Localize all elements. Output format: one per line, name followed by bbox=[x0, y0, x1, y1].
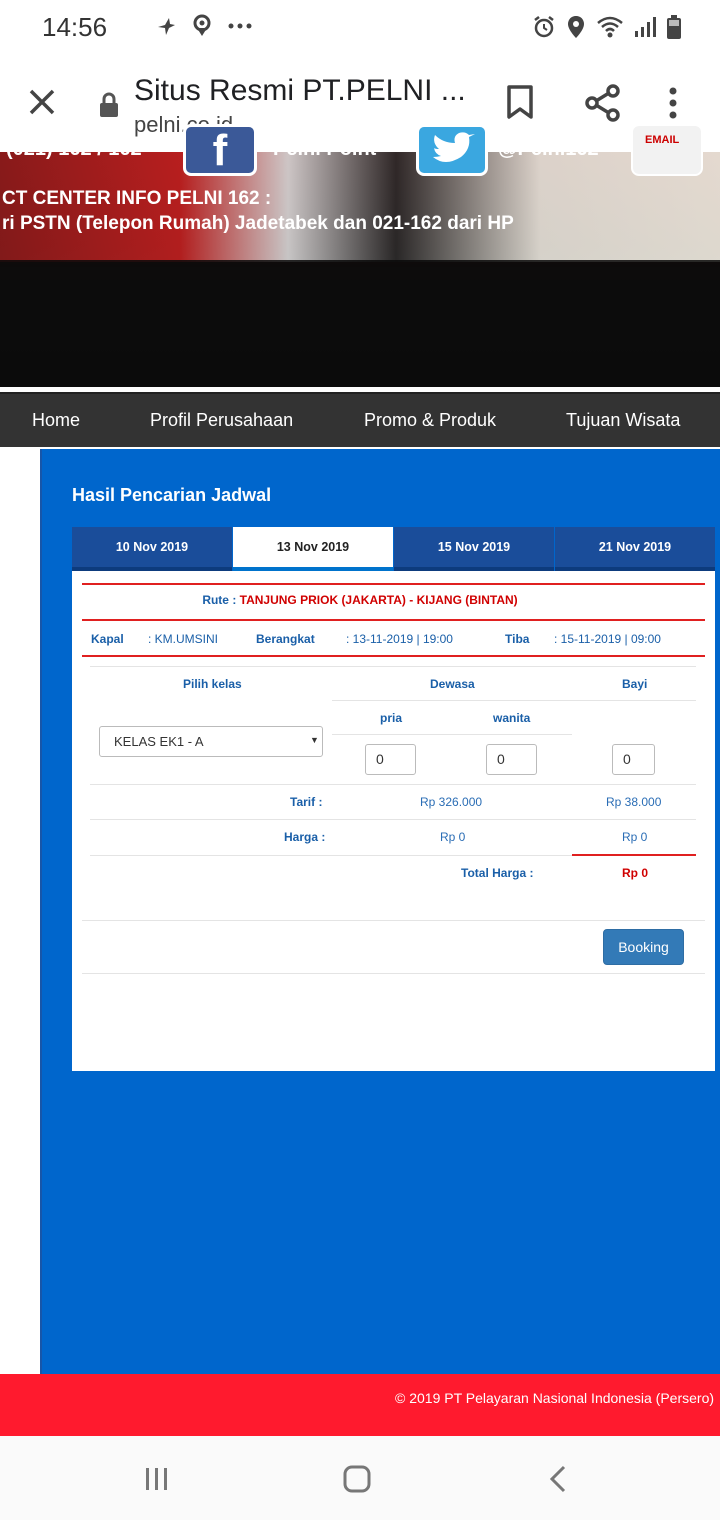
route-row: Rute : TANJUNG PRIOK (JAKARTA) - KIJANG … bbox=[0, 593, 720, 607]
route-separator: - bbox=[409, 593, 414, 607]
divider bbox=[82, 583, 705, 585]
divider bbox=[82, 655, 705, 657]
twitter-bird-icon bbox=[433, 132, 475, 162]
tarif-dewasa: Rp 326.000 bbox=[420, 795, 483, 809]
tab-13-nov[interactable]: 13 Nov 2019 bbox=[233, 527, 393, 571]
close-icon[interactable] bbox=[26, 86, 58, 118]
kapal-value: : KM.UMSINI bbox=[148, 632, 219, 646]
more-vert-icon[interactable] bbox=[668, 86, 678, 120]
tab-21-nov[interactable]: 21 Nov 2019 bbox=[555, 527, 715, 571]
alarm-icon bbox=[534, 16, 554, 38]
banner-pelni-point: Pelni Point bbox=[273, 138, 377, 160]
total-underline bbox=[572, 854, 696, 856]
date-tabs: 10 Nov 2019 13 Nov 2019 15 Nov 2019 21 N… bbox=[72, 527, 715, 571]
tiba-label: Tiba bbox=[505, 632, 530, 646]
android-nav-bar bbox=[0, 1436, 720, 1520]
email-label: EMAIL bbox=[645, 134, 680, 146]
harga-dewasa: Rp 0 bbox=[440, 830, 466, 844]
nav-item-tujuan[interactable]: Tujuan Wisata bbox=[566, 410, 680, 431]
main-nav: Home Profil Perusahaan Promo & Produk Tu… bbox=[0, 392, 720, 447]
twitter-icon[interactable] bbox=[416, 124, 488, 176]
page-title[interactable]: Situs Resmi PT.PELNI ... bbox=[134, 74, 466, 108]
back-icon[interactable] bbox=[548, 1464, 568, 1494]
bayi-quantity-input[interactable]: 0 bbox=[612, 744, 655, 775]
recent-apps-icon[interactable] bbox=[144, 1466, 170, 1492]
dewasa-header: Dewasa bbox=[430, 677, 475, 691]
pria-quantity-input[interactable]: 0 bbox=[365, 744, 416, 775]
tarif-bayi: Rp 38.000 bbox=[606, 795, 662, 809]
footer-copyright: © 2019 PT Pelayaran Nasional Indonesia (… bbox=[395, 1390, 715, 1406]
row-divider bbox=[90, 855, 572, 856]
total-harga-label: Total Harga : bbox=[461, 866, 534, 880]
route-to: KIJANG (BINTAN) bbox=[416, 593, 518, 607]
status-bar: 14:56 bbox=[0, 0, 720, 56]
schedule-card bbox=[72, 571, 715, 1071]
divider bbox=[82, 619, 705, 621]
route-label: Rute : bbox=[202, 593, 237, 607]
facebook-letter: f bbox=[212, 126, 228, 175]
lock-icon bbox=[100, 92, 118, 117]
kapal-label: Kapal bbox=[91, 632, 124, 646]
banner-strip bbox=[0, 260, 720, 387]
signal-icon bbox=[635, 17, 656, 37]
harga-bayi: Rp 0 bbox=[622, 830, 648, 844]
section-title: Hasil Pencarian Jadwal bbox=[72, 485, 272, 505]
wifi-icon bbox=[597, 16, 623, 38]
row-divider bbox=[332, 700, 696, 701]
tiba-value: : 15-11-2019 | 09:00 bbox=[554, 632, 661, 646]
location-pin-icon bbox=[193, 14, 211, 36]
pilih-kelas-header: Pilih kelas bbox=[183, 677, 242, 691]
harga-label: Harga : bbox=[284, 830, 326, 844]
status-left-icons bbox=[155, 14, 253, 38]
kelas-select[interactable]: KELAS EK1 - A bbox=[99, 726, 323, 757]
nav-item-promo[interactable]: Promo & Produk bbox=[364, 410, 496, 431]
status-right-icons bbox=[532, 14, 682, 40]
email-icon[interactable]: EMAIL bbox=[631, 124, 703, 176]
wanita-header: wanita bbox=[493, 711, 531, 725]
nav-item-home[interactable]: Home bbox=[32, 410, 80, 431]
berangkat-label: Berangkat bbox=[256, 632, 315, 646]
berangkat-value: : 13-11-2019 | 19:00 bbox=[346, 632, 453, 646]
nav-item-profil[interactable]: Profil Perusahaan bbox=[150, 410, 293, 431]
tarif-label: Tarif : bbox=[290, 795, 323, 809]
bayi-header: Bayi bbox=[622, 677, 648, 691]
bookmark-icon[interactable] bbox=[505, 84, 535, 120]
bird-icon bbox=[158, 18, 175, 35]
row-divider bbox=[90, 666, 696, 667]
home-icon[interactable] bbox=[342, 1464, 372, 1494]
row-divider bbox=[332, 734, 572, 735]
banner-phone: (021) 162 / 162 bbox=[6, 138, 142, 160]
wanita-quantity-input[interactable]: 0 bbox=[486, 744, 537, 775]
banner-contact-center: CT CENTER INFO PELNI 162 : bbox=[2, 188, 272, 209]
battery-icon bbox=[667, 15, 681, 39]
chevron-down-icon: ▼ bbox=[310, 735, 319, 745]
facebook-icon[interactable]: f bbox=[183, 124, 257, 176]
status-time: 14:56 bbox=[42, 12, 108, 42]
total-harga-value: Rp 0 bbox=[622, 866, 649, 880]
row-divider bbox=[82, 973, 705, 974]
location-icon bbox=[568, 16, 584, 38]
booking-button[interactable]: Booking bbox=[603, 929, 684, 965]
more-dots-icon bbox=[228, 23, 252, 29]
route-from: TANJUNG PRIOK (JAKARTA) bbox=[239, 593, 406, 607]
banner-twitter-handle: @Pelni162 bbox=[498, 138, 599, 160]
row-divider bbox=[82, 920, 705, 921]
row-divider bbox=[90, 819, 696, 820]
row-divider bbox=[90, 784, 696, 785]
share-icon[interactable] bbox=[585, 84, 621, 122]
pria-header: pria bbox=[380, 711, 403, 725]
tab-10-nov[interactable]: 10 Nov 2019 bbox=[72, 527, 232, 571]
banner-pstn: ri PSTN (Telepon Rumah) Jadetabek dan 02… bbox=[2, 213, 514, 234]
tab-15-nov[interactable]: 15 Nov 2019 bbox=[394, 527, 554, 571]
